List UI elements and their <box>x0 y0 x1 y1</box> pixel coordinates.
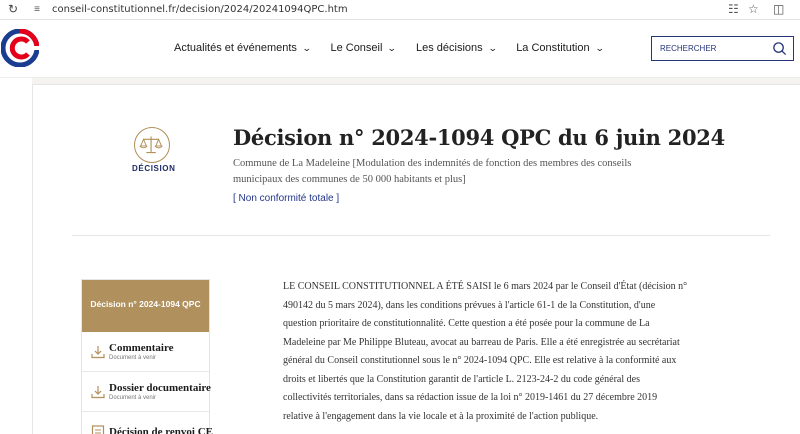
chevron-down-icon: ⌄ <box>594 42 605 53</box>
decision-body-text: LE CONSEIL CONSTITUTIONNEL A ÉTÉ SAISI l… <box>283 281 688 422</box>
document-icon <box>91 425 105 434</box>
site-header: Actualités et événements ⌄ Le Conseil ⌄ … <box>0 20 800 78</box>
divider <box>72 235 770 236</box>
reload-icon[interactable]: ↻ <box>8 2 18 16</box>
download-icon <box>91 386 105 399</box>
nav-label: Actualités et événements <box>174 42 297 54</box>
sidebar-item-label: Commentaire <box>109 342 174 354</box>
sidebar-item-renvoi[interactable]: Décision de renvoi CE <box>82 412 213 434</box>
extensions-icon[interactable]: ◫ <box>773 2 784 16</box>
sidebar-item-label: Dossier documentaire <box>109 382 211 394</box>
translate-icon[interactable]: ☷ <box>728 2 739 16</box>
sidebar-heading: Décision n° 2024-1094 QPC <box>82 280 209 332</box>
nav-label: Le Conseil <box>330 42 383 54</box>
sidebar-item-sublabel: Document à venir <box>109 395 157 401</box>
chevron-down-icon: ⌄ <box>387 42 398 53</box>
main-nav: Actualités et événements ⌄ Le Conseil ⌄ … <box>174 42 623 54</box>
decision-badge-label: DÉCISION <box>132 164 176 173</box>
page-title: Décision n° 2024-1094 QPC du 6 juin 2024 <box>233 125 725 150</box>
scales-icon <box>134 127 170 163</box>
conseil-logo-icon[interactable] <box>1 29 39 67</box>
sidebar-item-sublabel: Document à venir <box>109 355 157 361</box>
sidebar-item-dossier[interactable]: Dossier documentaire Document à venir <box>82 372 211 412</box>
sidebar-item-label: Décision de renvoi CE <box>109 426 213 434</box>
nav-actualites[interactable]: Actualités et événements ⌄ <box>174 42 312 54</box>
decision-sidebar: Décision n° 2024-1094 QPC Commentaire Do… <box>81 279 213 434</box>
chevron-down-icon: ⌄ <box>487 42 498 53</box>
decision-subtitle: Commune de La Madeleine [Modulation des … <box>233 158 632 185</box>
search-icon[interactable] <box>772 41 787 56</box>
nav-label: La Constitution <box>516 42 590 54</box>
search-box <box>651 36 794 61</box>
search-input[interactable] <box>652 44 762 53</box>
nav-label: Les décisions <box>415 42 483 54</box>
nav-la-constitution[interactable]: La Constitution ⌄ <box>516 42 605 54</box>
sidebar-item-commentaire[interactable]: Commentaire Document à venir <box>82 332 209 372</box>
nav-le-conseil[interactable]: Le Conseil ⌄ <box>330 42 398 54</box>
chevron-down-icon: ⌄ <box>301 42 312 53</box>
decision-result-link[interactable]: [ Non conformité totale ] <box>233 193 339 204</box>
nav-les-decisions[interactable]: Les décisions ⌄ <box>415 42 498 54</box>
bookmark-star-icon[interactable]: ☆ <box>748 2 759 16</box>
address-bar[interactable]: conseil-constitutionnel.fr/decision/2024… <box>52 4 348 15</box>
download-icon <box>91 346 105 359</box>
browser-toolbar: ↻ ≡ conseil-constitutionnel.fr/decision/… <box>0 0 800 20</box>
site-info-icon[interactable]: ≡ <box>30 3 44 17</box>
